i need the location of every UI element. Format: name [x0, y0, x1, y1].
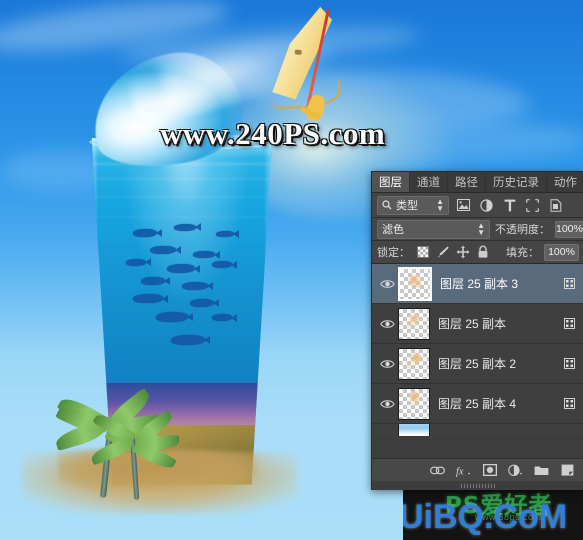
fill-input[interactable]: 100%	[544, 243, 579, 261]
layer-lock-indicator-icon	[562, 357, 576, 371]
fish	[166, 264, 195, 273]
panel-resize-grip[interactable]	[372, 481, 583, 490]
layer-thumbnail[interactable]	[398, 307, 430, 340]
fish	[174, 223, 197, 231]
bottom-watermark-strip: PS爱好者 www.68ps.com UiBQ.CoM	[403, 488, 583, 540]
svg-text:fx: fx	[456, 466, 464, 477]
top-watermark: www.240PS.com	[160, 116, 386, 151]
fish	[155, 311, 188, 322]
lock-all-icon[interactable]	[475, 245, 490, 260]
search-icon	[382, 200, 392, 210]
fish	[133, 294, 164, 304]
fish	[182, 281, 208, 290]
layer-filter-bar: 类型 ▲ ▼	[372, 193, 583, 218]
layers-list[interactable]: 图层 25 副本 3 图层 25 副本 图层 25 副本 2 图层 25 副本 …	[372, 264, 583, 436]
filter-kind-select[interactable]: 类型 ▲ ▼	[377, 195, 449, 215]
screenshot-root: www.240PS.com PS爱好者 www.68ps.com UiBQ.Co…	[0, 0, 583, 540]
layer-name[interactable]: 图层 25 副本 4	[438, 395, 562, 412]
layer-lock-indicator-icon	[562, 277, 576, 291]
lock-transparent-pixels-icon[interactable]	[415, 245, 430, 260]
layer-style-fx-icon[interactable]: fx	[456, 463, 471, 478]
layer-visibility-eye-icon[interactable]	[376, 344, 398, 383]
layer-thumbnail[interactable]	[398, 387, 430, 420]
layer-row[interactable]: 图层 25 副本 2	[372, 344, 583, 384]
layer-name[interactable]: 图层 25 副本	[438, 315, 562, 332]
chevron-updown-icon[interactable]: ▲ ▼	[436, 198, 444, 213]
windsurf-sail	[255, 4, 351, 129]
lock-position-move-icon[interactable]	[455, 245, 470, 260]
adjustment-layer-filter-icon[interactable]	[478, 197, 495, 214]
fish	[150, 246, 177, 255]
layer-row[interactable]	[372, 424, 583, 436]
fish	[189, 299, 214, 308]
fish	[170, 334, 205, 345]
layer-thumbnail[interactable]	[398, 347, 430, 380]
layer-row[interactable]: 图层 25 副本 3	[372, 264, 583, 304]
uibq-watermark: UiBQ.CoM	[403, 498, 568, 536]
lock-image-pixels-brush-icon[interactable]	[435, 245, 450, 260]
tab-actions[interactable]: 动作	[547, 172, 583, 192]
sail-logo	[294, 49, 302, 55]
shape-layer-filter-icon[interactable]	[524, 197, 541, 214]
pixel-layer-filter-icon[interactable]	[455, 197, 472, 214]
layer-visibility-eye-icon[interactable]	[376, 424, 398, 436]
layer-row[interactable]: 图层 25 副本 4	[372, 384, 583, 424]
smart-object-filter-icon[interactable]	[547, 197, 564, 214]
filter-kind-label: 类型	[396, 200, 418, 212]
fish	[193, 251, 216, 259]
layer-thumbnail[interactable]	[398, 424, 430, 436]
opacity-label: 不透明度：	[495, 224, 550, 236]
fish	[212, 314, 233, 322]
link-layers-icon[interactable]	[430, 463, 445, 478]
new-adjustment-layer-icon[interactable]	[508, 463, 523, 478]
layer-thumbnail[interactable]	[398, 266, 432, 301]
panel-tab-bar: 图层 通道 路径 历史记录 动作	[372, 172, 583, 193]
new-group-folder-icon[interactable]	[534, 463, 549, 478]
add-layer-mask-icon[interactable]	[482, 463, 497, 478]
layer-row[interactable]: 图层 25 副本	[372, 304, 583, 344]
tab-layers[interactable]: 图层	[372, 172, 410, 192]
tab-channels[interactable]: 通道	[410, 172, 448, 192]
fish	[212, 261, 233, 269]
sail-boom	[272, 79, 341, 109]
layer-name[interactable]: 图层 25 副本 3	[440, 275, 562, 292]
blend-mode-bar: 滤色 ▲ ▼ 不透明度： 100%	[372, 218, 583, 241]
fish	[133, 228, 158, 237]
tab-history[interactable]: 历史记录	[486, 172, 547, 192]
underwater-scene	[91, 138, 273, 390]
layers-panel-toolbar: fx	[372, 458, 583, 481]
layer-name[interactable]: 图层 25 副本 2	[438, 355, 562, 372]
layer-lock-indicator-icon	[562, 397, 576, 411]
layer-visibility-eye-icon[interactable]	[376, 384, 398, 423]
type-layer-filter-icon[interactable]	[501, 197, 518, 214]
fish	[125, 258, 146, 266]
blend-mode-select[interactable]: 滤色 ▲ ▼	[377, 219, 490, 239]
lock-bar: 锁定： 填充： 100%	[372, 241, 583, 264]
layer-lock-indicator-icon	[562, 317, 576, 331]
blend-mode-value: 滤色	[382, 224, 404, 236]
chevron-updown-icon[interactable]: ▲ ▼	[477, 222, 485, 237]
layer-visibility-eye-icon[interactable]	[376, 264, 398, 303]
layers-panel: 图层 通道 路径 历史记录 动作 类型 ▲ ▼ 滤色 ▲ ▼ 不透明度： 100…	[371, 171, 583, 490]
fill-label: 填充：	[506, 247, 539, 259]
layer-visibility-eye-icon[interactable]	[376, 304, 398, 343]
opacity-input[interactable]: 100%	[555, 220, 583, 238]
new-layer-icon[interactable]	[560, 463, 575, 478]
fish	[215, 231, 234, 238]
lock-label: 锁定：	[377, 247, 410, 259]
tab-paths[interactable]: 路径	[448, 172, 486, 192]
fish	[140, 276, 165, 285]
